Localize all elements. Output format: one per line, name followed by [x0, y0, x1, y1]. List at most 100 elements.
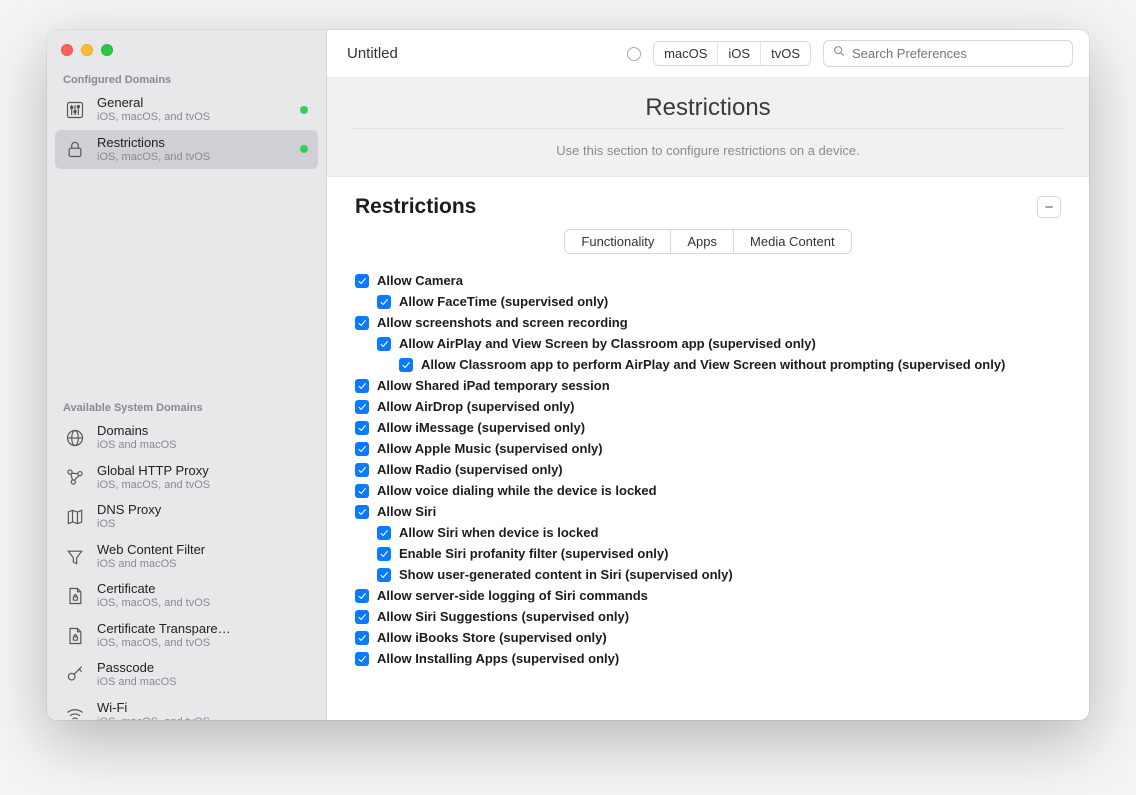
- restriction-row: Allow Siri: [355, 501, 1061, 522]
- sidebar-item-sublabel: iOS, macOS, and tvOS: [97, 479, 210, 492]
- sidebar-item-sublabel: iOS, macOS, and tvOS: [97, 597, 210, 610]
- sidebar-section-available: Available System Domains: [47, 392, 326, 418]
- sidebar-item-restrictions[interactable]: RestrictionsiOS, macOS, and tvOS: [55, 130, 318, 170]
- checkbox[interactable]: [377, 547, 391, 561]
- sidebar-item-label: Certificate Transpare…: [97, 622, 231, 637]
- restriction-row: Allow Installing Apps (supervised only): [355, 648, 1061, 669]
- sidebar-item-general[interactable]: GeneraliOS, macOS, and tvOS: [55, 90, 318, 130]
- close-icon[interactable]: [61, 44, 73, 56]
- restriction-row: Enable Siri profanity filter (supervised…: [355, 543, 1061, 564]
- checkbox[interactable]: [399, 358, 413, 372]
- restriction-row: Allow server-side logging of Siri comman…: [355, 585, 1061, 606]
- restriction-label: Allow Shared iPad temporary session: [377, 378, 610, 393]
- restriction-row: Allow Apple Music (supervised only): [355, 438, 1061, 459]
- search-field[interactable]: [823, 40, 1073, 67]
- zoom-icon[interactable]: [101, 44, 113, 56]
- checkbox[interactable]: [355, 379, 369, 393]
- window: Configured Domains GeneraliOS, macOS, an…: [47, 30, 1089, 720]
- sidebar-item-sublabel: iOS: [97, 518, 161, 531]
- checkbox[interactable]: [355, 589, 369, 603]
- platform-macos-button[interactable]: macOS: [654, 42, 718, 65]
- platform-ios-button[interactable]: iOS: [718, 42, 761, 65]
- restriction-row: Allow AirDrop (supervised only): [355, 396, 1061, 417]
- restriction-label: Allow iBooks Store (supervised only): [377, 630, 607, 645]
- sidebar-item-sublabel: iOS, macOS, and tvOS: [97, 716, 210, 720]
- checkbox[interactable]: [355, 463, 369, 477]
- sidebar-item-label: General: [97, 96, 210, 111]
- hero-subtitle: Use this section to configure restrictio…: [327, 143, 1089, 158]
- restriction-label: Allow Siri: [377, 504, 436, 519]
- restriction-row: Allow Camera: [355, 270, 1061, 291]
- restriction-label: Allow Classroom app to perform AirPlay a…: [421, 357, 1005, 372]
- search-input[interactable]: [852, 46, 1064, 61]
- search-icon: [832, 44, 846, 63]
- sidebar-item-certificate-transpare-[interactable]: Certificate Transpare…iOS, macOS, and tv…: [55, 616, 318, 656]
- restriction-row: Allow screenshots and screen recording: [355, 312, 1061, 333]
- restriction-row: Show user-generated content in Siri (sup…: [355, 564, 1061, 585]
- sidebar-item-label: Wi-Fi: [97, 701, 210, 716]
- sidebar-item-global-http-proxy[interactable]: Global HTTP ProxyiOS, macOS, and tvOS: [55, 458, 318, 498]
- sidebar-item-dns-proxy[interactable]: DNS ProxyiOS: [55, 497, 318, 537]
- restriction-row: Allow iMessage (supervised only): [355, 417, 1061, 438]
- checkbox[interactable]: [377, 526, 391, 540]
- sidebar-item-passcode[interactable]: PasscodeiOS and macOS: [55, 655, 318, 695]
- sidebar-available-list: DomainsiOS and macOSGlobal HTTP ProxyiOS…: [47, 418, 326, 720]
- section-tabs[interactable]: FunctionalityAppsMedia Content: [564, 229, 851, 254]
- sidebar-item-sublabel: iOS and macOS: [97, 558, 205, 571]
- restriction-label: Allow voice dialing while the device is …: [377, 483, 657, 498]
- checkbox[interactable]: [355, 274, 369, 288]
- checkbox[interactable]: [377, 295, 391, 309]
- funnel-icon: [63, 545, 87, 569]
- remove-section-button[interactable]: −: [1037, 196, 1061, 218]
- restriction-label: Allow Radio (supervised only): [377, 462, 563, 477]
- checkbox[interactable]: [355, 442, 369, 456]
- tab-media-content[interactable]: Media Content: [734, 230, 851, 253]
- restriction-row: Allow iBooks Store (supervised only): [355, 627, 1061, 648]
- sidebar-item-certificate[interactable]: CertificateiOS, macOS, and tvOS: [55, 576, 318, 616]
- restriction-row: Allow Classroom app to perform AirPlay a…: [355, 354, 1061, 375]
- hero-title: Restrictions: [327, 78, 1089, 128]
- restriction-label: Enable Siri profanity filter (supervised…: [399, 546, 668, 561]
- toolbar: Untitled macOSiOStvOS: [327, 30, 1089, 78]
- tab-apps[interactable]: Apps: [671, 230, 733, 253]
- sidebar-item-domains[interactable]: DomainsiOS and macOS: [55, 418, 318, 458]
- hero: Restrictions Use this section to configu…: [327, 78, 1089, 177]
- status-dot-icon: [300, 106, 308, 114]
- hero-divider: [351, 128, 1065, 129]
- section-header: Restrictions −: [355, 195, 1061, 219]
- sidebar-item-label: Web Content Filter: [97, 543, 205, 558]
- sidebar-item-label: DNS Proxy: [97, 503, 161, 518]
- wifi-icon: [63, 703, 87, 720]
- lock-icon: [63, 137, 87, 161]
- document-title: Untitled: [343, 45, 418, 62]
- sidebar-item-label: Domains: [97, 424, 176, 439]
- sidebar-item-web-content-filter[interactable]: Web Content FilteriOS and macOS: [55, 537, 318, 577]
- checkbox[interactable]: [355, 400, 369, 414]
- globe-icon: [63, 426, 87, 450]
- checkbox[interactable]: [355, 505, 369, 519]
- checkbox[interactable]: [355, 421, 369, 435]
- checkbox[interactable]: [355, 631, 369, 645]
- restriction-label: Allow FaceTime (supervised only): [399, 294, 608, 309]
- platform-segmented-control[interactable]: macOSiOStvOS: [653, 41, 811, 66]
- restriction-label: Allow screenshots and screen recording: [377, 315, 628, 330]
- restriction-row: Allow Radio (supervised only): [355, 459, 1061, 480]
- restriction-row: Allow FaceTime (supervised only): [355, 291, 1061, 312]
- checkbox[interactable]: [355, 610, 369, 624]
- tab-functionality[interactable]: Functionality: [565, 230, 670, 253]
- sidebar-item-wi-fi[interactable]: Wi-FiiOS, macOS, and tvOS: [55, 695, 318, 720]
- traffic-lights: [47, 30, 326, 64]
- restriction-label: Allow Installing Apps (supervised only): [377, 651, 619, 666]
- checkbox[interactable]: [377, 337, 391, 351]
- checkbox[interactable]: [377, 568, 391, 582]
- platform-tvos-button[interactable]: tvOS: [761, 42, 810, 65]
- sidebar-item-sublabel: iOS, macOS, and tvOS: [97, 151, 210, 164]
- minimize-icon[interactable]: [81, 44, 93, 56]
- doc-lock-icon: [63, 584, 87, 608]
- restriction-label: Allow Siri Suggestions (supervised only): [377, 609, 629, 624]
- restriction-label: Show user-generated content in Siri (sup…: [399, 567, 733, 582]
- checkbox[interactable]: [355, 652, 369, 666]
- restriction-label: Allow Camera: [377, 273, 463, 288]
- checkbox[interactable]: [355, 316, 369, 330]
- checkbox[interactable]: [355, 484, 369, 498]
